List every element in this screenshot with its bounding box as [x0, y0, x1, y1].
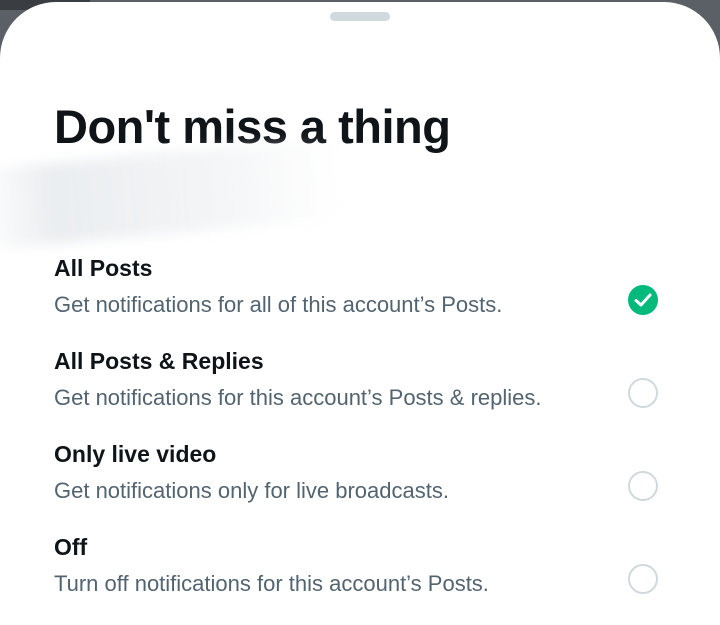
option-all-posts-and-replies[interactable]: All Posts & Replies Get notifications fo…	[54, 347, 684, 427]
radio-unselected[interactable]	[628, 378, 658, 408]
option-all-posts[interactable]: All Posts Get notifications for all of t…	[54, 254, 684, 334]
option-description: Get notifications only for live broadcas…	[54, 478, 449, 503]
option-label: Off	[54, 534, 88, 560]
sheet-drag-handle[interactable]	[330, 12, 390, 21]
notification-settings-sheet: Don't miss a thing All Posts Get notific…	[0, 2, 720, 625]
option-description: Get notifications for all of this accoun…	[54, 292, 503, 317]
option-description: Get notifications for this account’s Pos…	[54, 385, 542, 410]
option-description: Turn off notifications for this account’…	[54, 571, 489, 596]
option-label: Only live video	[54, 441, 217, 467]
radio-unselected[interactable]	[628, 564, 658, 594]
option-off[interactable]: Off Turn off notifications for this acco…	[54, 533, 684, 613]
option-label: All Posts	[54, 255, 153, 281]
checkmark-icon	[634, 293, 652, 307]
redacted-subtitle	[0, 138, 343, 250]
option-label: All Posts & Replies	[54, 348, 264, 374]
option-only-live-video[interactable]: Only live video Get notifications only f…	[54, 440, 684, 520]
radio-selected[interactable]	[628, 285, 658, 315]
radio-unselected[interactable]	[628, 471, 658, 501]
